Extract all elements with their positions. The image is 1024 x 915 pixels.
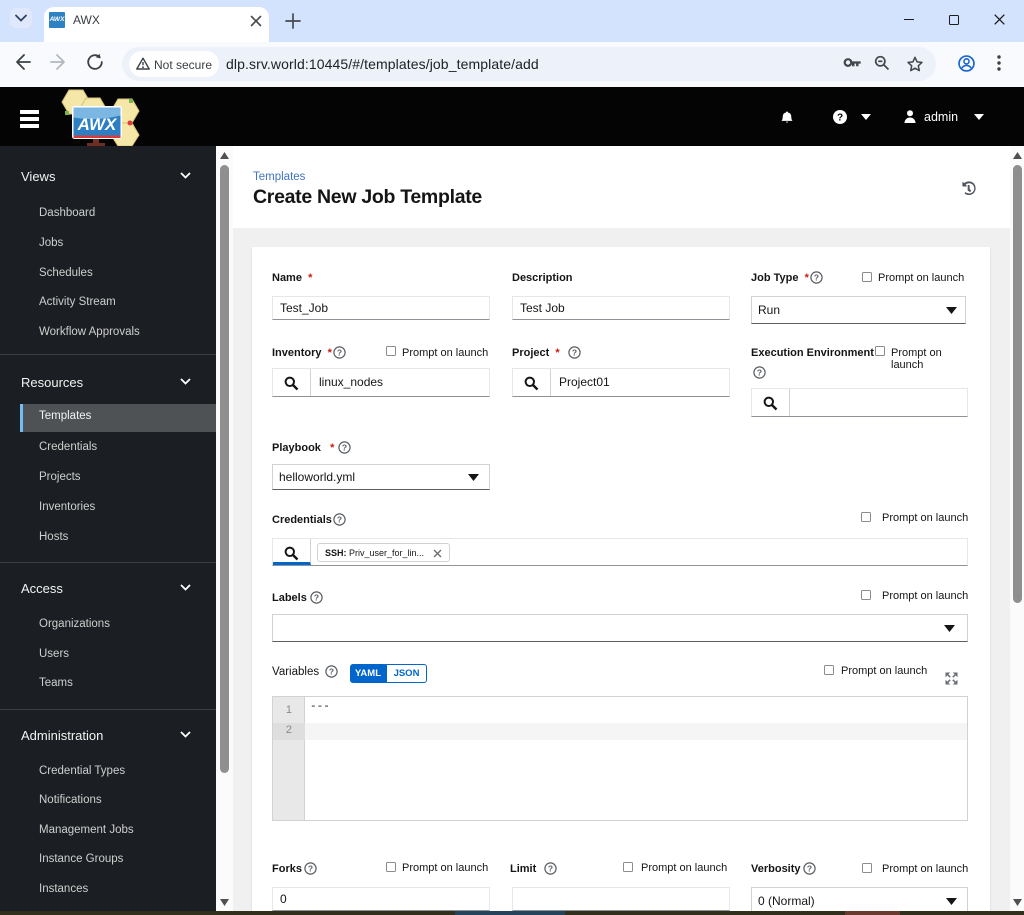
svg-text:?: ? (807, 864, 812, 874)
svg-text:?: ? (572, 348, 577, 358)
svg-text:?: ? (308, 864, 313, 874)
svg-text:?: ? (814, 273, 819, 283)
svg-text:?: ? (337, 515, 342, 525)
svg-text:?: ? (548, 864, 553, 874)
svg-text:?: ? (314, 593, 319, 603)
svg-text:?: ? (342, 443, 347, 453)
svg-text:?: ? (329, 667, 334, 677)
svg-text:?: ? (837, 113, 843, 124)
svg-text:?: ? (757, 368, 762, 378)
svg-text:?: ? (337, 348, 342, 358)
svg-text:AWX: AWX (77, 115, 118, 134)
